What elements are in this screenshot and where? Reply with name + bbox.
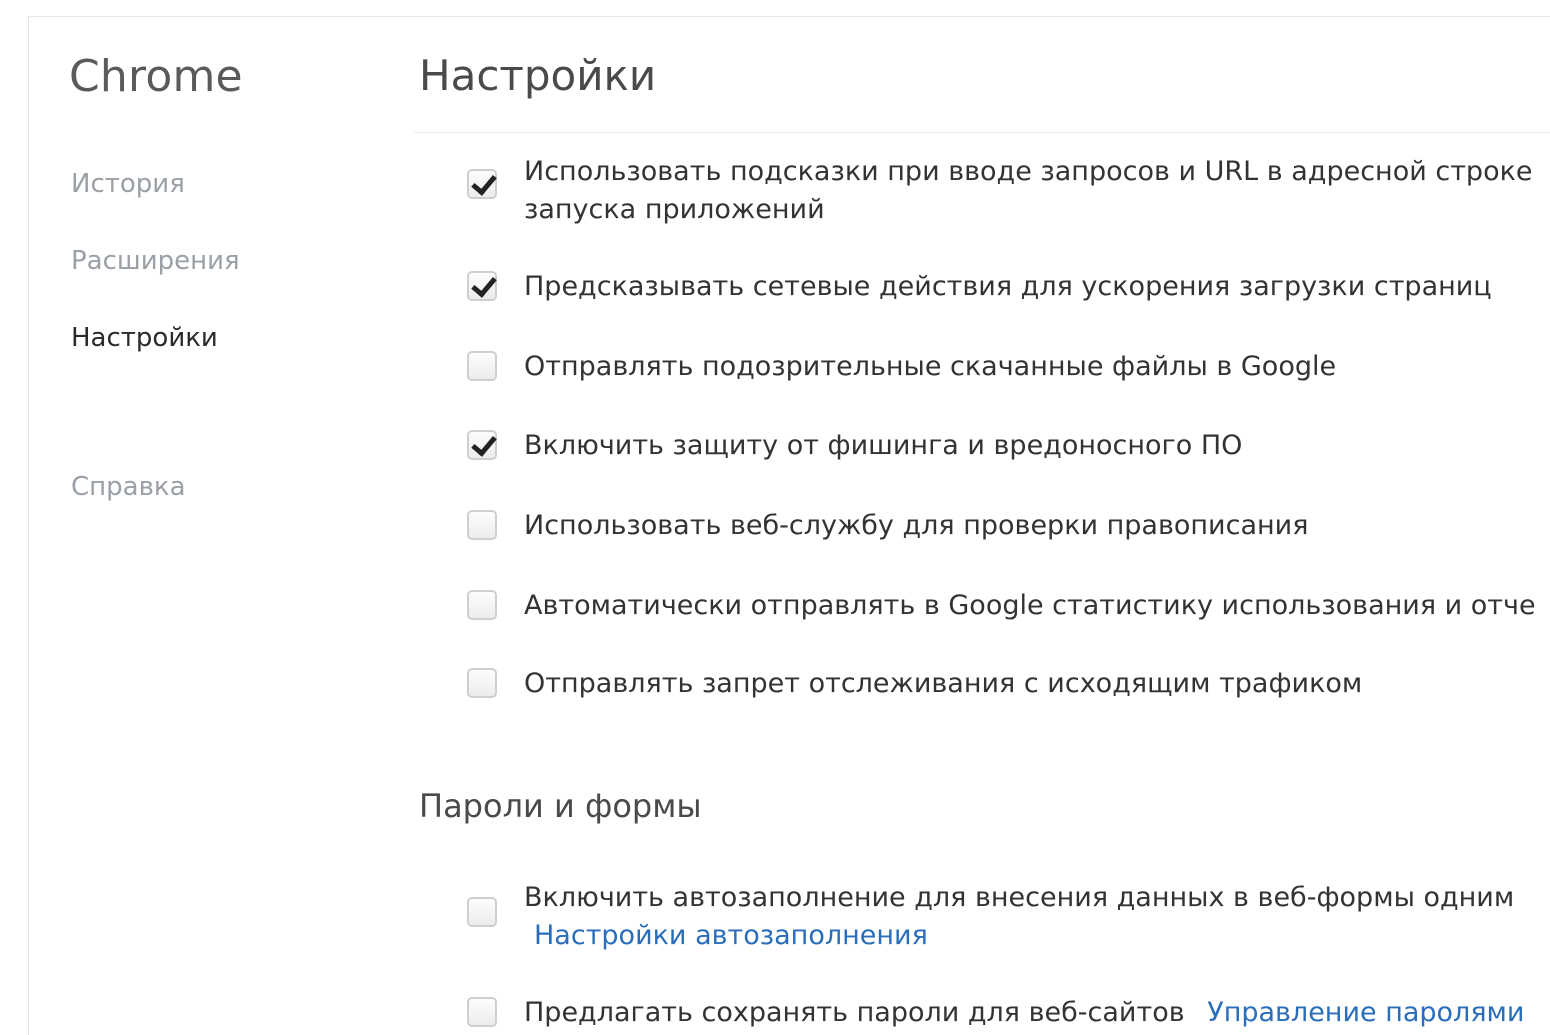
option-label: Отправлять подозрительные скачанные файл…: [524, 351, 1337, 382]
option-label: Предлагать сохранять пароли для веб-сайт…: [524, 994, 1524, 1032]
option-label: Использовать подсказки при вводе запросо…: [524, 153, 1533, 229]
option-label: Включить автозаполнение для внесения дан…: [524, 879, 1514, 955]
checkbox-usage-stats[interactable]: [467, 590, 497, 620]
option-label: Включить защиту от фишинга и вредоносног…: [524, 430, 1243, 461]
checkbox-save-passwords[interactable]: [467, 997, 497, 1027]
option-label: Отправлять запрет отслеживания с исходящ…: [524, 668, 1363, 699]
checkbox-autofill[interactable]: [467, 897, 497, 927]
option-label-text: Включить автозаполнение для внесения дан…: [524, 882, 1515, 913]
checkbox-predict-network[interactable]: [467, 271, 497, 301]
option-label: Предсказывать сетевые действия для ускор…: [524, 271, 1492, 302]
main-content: Настройки Использовать подсказки при вво…: [414, 17, 1550, 1035]
sidebar-item-settings[interactable]: Настройки: [71, 323, 218, 353]
settings-window: Chrome История Расширения Настройки Спра…: [28, 16, 1550, 1035]
autofill-settings-link[interactable]: Настройки автозаполнения: [524, 917, 1514, 955]
option-label-text: Предлагать сохранять пароли для веб-сайт…: [524, 997, 1185, 1028]
option-label-line2: запуска приложений: [524, 194, 825, 225]
checkbox-do-not-track[interactable]: [467, 668, 497, 698]
app-title: Chrome: [69, 51, 243, 102]
sidebar: Chrome История Расширения Настройки Спра…: [29, 17, 399, 1035]
checkbox-suggestions[interactable]: [467, 169, 497, 199]
option-label: Автоматически отправлять в Google статис…: [524, 590, 1536, 621]
manage-passwords-link[interactable]: Управление паролями: [1207, 997, 1524, 1028]
sidebar-item-history[interactable]: История: [71, 169, 185, 199]
page: Chrome История Расширения Настройки Спра…: [0, 0, 1550, 1035]
checkbox-send-suspicious[interactable]: [467, 351, 497, 381]
checkbox-spellcheck[interactable]: [467, 510, 497, 540]
option-label: Использовать веб-службу для проверки пра…: [524, 510, 1309, 541]
section-title-passwords: Пароли и формы: [419, 787, 702, 825]
page-title: Настройки: [419, 51, 657, 100]
sidebar-item-help[interactable]: Справка: [71, 472, 186, 502]
header-divider: [414, 132, 1550, 133]
checkbox-phishing-protection[interactable]: [467, 430, 497, 460]
sidebar-item-extensions[interactable]: Расширения: [71, 246, 240, 276]
option-label-line1: Использовать подсказки при вводе запросо…: [524, 156, 1533, 187]
